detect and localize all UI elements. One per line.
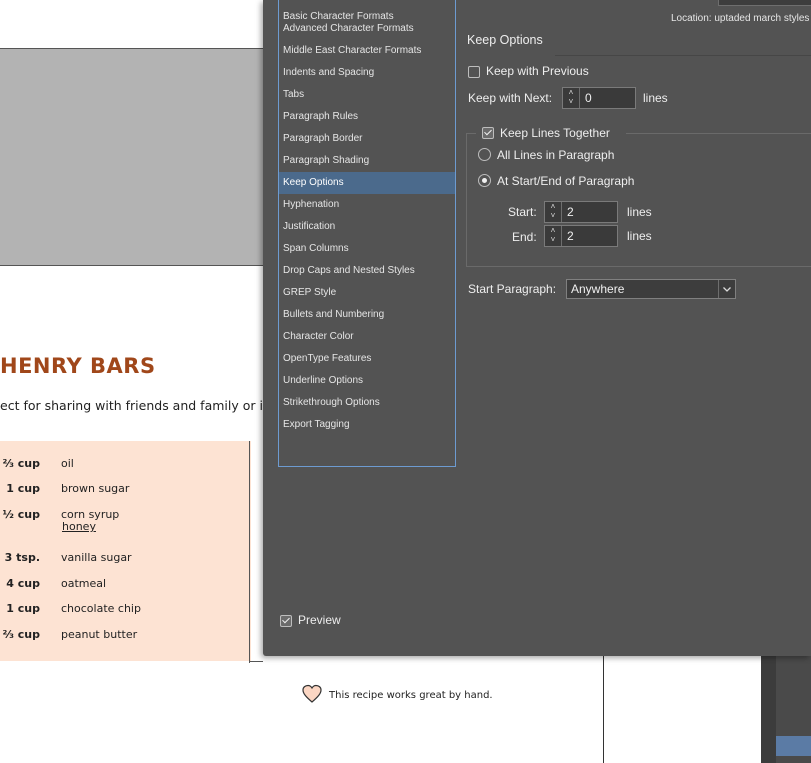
- start-lines-value: 2: [567, 205, 574, 219]
- at-start-end-radio[interactable]: [478, 174, 491, 187]
- category-grep-style[interactable]: GREP Style: [279, 282, 455, 304]
- text-frame-edge: [249, 661, 263, 662]
- ingredient-name: chocolate chip: [61, 602, 141, 615]
- at-start-end-label: At Start/End of Paragraph: [497, 174, 635, 188]
- category-paragraph-border[interactable]: Paragraph Border: [279, 128, 455, 150]
- keep-with-next-stepper[interactable]: ˄ ˅ 0: [562, 87, 636, 109]
- ingredient-name: peanut butter: [61, 628, 138, 641]
- end-label: End:: [512, 230, 537, 244]
- start-label: Start:: [508, 205, 537, 219]
- ingredient-qty: 1 cup: [6, 482, 40, 495]
- category-drop-caps-and-nested-styles[interactable]: Drop Caps and Nested Styles: [279, 260, 455, 282]
- ingredient-name: vanilla sugar: [61, 551, 132, 564]
- category-export-tagging[interactable]: Export Tagging: [279, 414, 455, 436]
- ingredient-qty: ⅔ cup: [2, 628, 40, 641]
- category-opentype-features[interactable]: OpenType Features: [279, 348, 455, 370]
- side-panel[interactable]: [761, 656, 811, 763]
- text-frame-edge: [249, 441, 250, 663]
- all-lines-radio[interactable]: [478, 148, 491, 161]
- keep-lines-together-label: Keep Lines Together: [500, 126, 610, 140]
- ingredient-name: brown sugar: [61, 482, 130, 495]
- category-hyphenation[interactable]: Hyphenation: [279, 194, 455, 216]
- section-title: Keep Options: [467, 33, 543, 47]
- end-lines-unit: lines: [627, 229, 652, 243]
- location-label: Location:: [671, 13, 712, 24]
- category-list[interactable]: Basic Character Formats Advanced Charact…: [278, 0, 456, 467]
- chevron-down-icon[interactable]: [718, 280, 735, 298]
- location-value: uptaded march styles: [714, 13, 810, 24]
- preview-checkbox[interactable]: [280, 615, 292, 627]
- category-underline-options[interactable]: Underline Options: [279, 370, 455, 392]
- panel-selected-item[interactable]: [776, 736, 811, 756]
- location-info: Location: uptaded march styles: [671, 13, 809, 24]
- category-strikethrough-options[interactable]: Strikethrough Options: [279, 392, 455, 414]
- start-paragraph-select[interactable]: Anywhere: [566, 279, 736, 299]
- keep-with-previous-label: Keep with Previous: [486, 64, 589, 78]
- category-justification[interactable]: Justification: [279, 216, 455, 238]
- recipe-title: HENRY BARS: [0, 354, 156, 378]
- start-lines-stepper[interactable]: ˄ ˅ 2: [544, 201, 618, 223]
- paragraph-style-options-dialog: Location: uptaded march styles Basic Cha…: [263, 0, 811, 656]
- keep-with-next-unit: lines: [643, 91, 668, 105]
- heart-icon: [301, 684, 323, 709]
- start-lines-unit: lines: [627, 205, 652, 219]
- recipe-note: This recipe works great by hand.: [329, 690, 493, 701]
- category-bullets-and-numbering[interactable]: Bullets and Numbering: [279, 304, 455, 326]
- ingredient-qty: 3 tsp.: [4, 551, 40, 564]
- category-middle-east-character-formats[interactable]: Middle East Character Formats: [279, 40, 455, 62]
- ingredient-qty: ⅔ cup: [2, 457, 40, 470]
- section-divider: [555, 55, 811, 56]
- category-keep-options[interactable]: Keep Options: [279, 172, 455, 194]
- keep-with-previous-checkbox[interactable]: [468, 66, 480, 78]
- style-name-field[interactable]: [718, 0, 811, 6]
- category-advanced-character-formats[interactable]: Advanced Character Formats: [279, 18, 455, 40]
- end-lines-value: 2: [567, 229, 574, 243]
- recipe-subtitle: ect for sharing with friends and family …: [0, 398, 271, 413]
- stepper-arrows-icon[interactable]: ˄ ˅: [545, 226, 562, 246]
- category-indents-and-spacing[interactable]: Indents and Spacing: [279, 62, 455, 84]
- stepper-arrows-icon[interactable]: ˄ ˅: [563, 88, 580, 108]
- category-tabs[interactable]: Tabs: [279, 84, 455, 106]
- keep-with-next-value: 0: [585, 91, 592, 105]
- category-paragraph-rules[interactable]: Paragraph Rules: [279, 106, 455, 128]
- stepper-arrows-icon[interactable]: ˄ ˅: [545, 202, 562, 222]
- keep-with-next-label: Keep with Next:: [468, 91, 553, 105]
- ingredient-qty: 1 cup: [6, 602, 40, 615]
- start-paragraph-value: Anywhere: [571, 282, 625, 296]
- end-lines-stepper[interactable]: ˄ ˅ 2: [544, 225, 618, 247]
- keep-lines-together-checkbox[interactable]: [482, 127, 494, 139]
- category-basic-character-formats[interactable]: Basic Character Formats: [279, 0, 455, 22]
- ingredient-name: oil: [61, 457, 74, 470]
- category-span-columns[interactable]: Span Columns: [279, 238, 455, 260]
- preview-label: Preview: [298, 613, 341, 627]
- image-placeholder-frame[interactable]: [0, 48, 263, 266]
- ingredient-name: oatmeal: [61, 577, 107, 590]
- column-guide: [603, 656, 604, 763]
- category-paragraph-shading[interactable]: Paragraph Shading: [279, 150, 455, 172]
- start-paragraph-label: Start Paragraph:: [468, 282, 557, 296]
- all-lines-label: All Lines in Paragraph: [497, 148, 615, 162]
- honey-link[interactable]: honey: [62, 520, 96, 533]
- ingredient-qty: 4 cup: [6, 577, 40, 590]
- category-character-color[interactable]: Character Color: [279, 326, 455, 348]
- ingredients-box[interactable]: ⅔ cup oil 1 cup brown sugar ½ cup corn s…: [0, 441, 251, 661]
- ingredient-qty: ½ cup: [2, 508, 40, 521]
